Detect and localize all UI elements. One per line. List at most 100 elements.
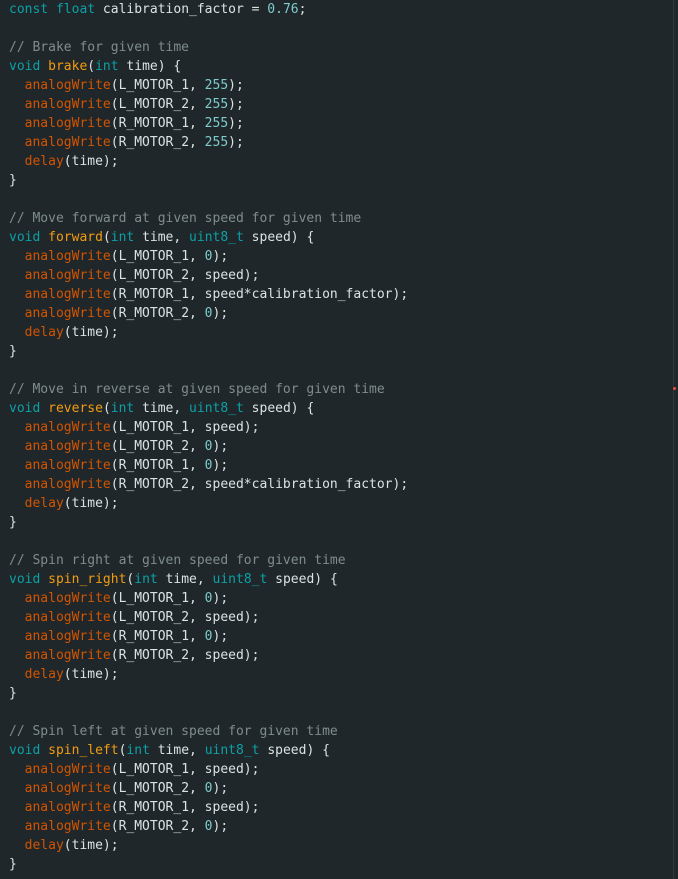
text-token: speed) {	[267, 743, 330, 758]
number-token: 0	[204, 819, 213, 834]
text-token: (L_MOTOR_2,	[110, 781, 205, 796]
code-line[interactable]	[9, 532, 408, 551]
code-line[interactable]	[9, 19, 408, 38]
code-line[interactable]: analogWrite(R_MOTOR_2, speed*calibration…	[9, 475, 409, 494]
code-line[interactable]: analogWrite(L_MOTOR_2, 0);	[9, 437, 408, 456]
keyword-token: void	[9, 572, 49, 587]
builtin-call-token: delay	[24, 325, 64, 340]
number-token: 0	[204, 249, 213, 264]
builtin-call-token: delay	[24, 154, 64, 169]
code-line[interactable]: delay(time);	[9, 323, 408, 342]
keyword-token: int	[110, 401, 143, 416]
text-token: );	[228, 135, 244, 150]
code-line[interactable]: analogWrite(L_MOTOR_2, 255);	[9, 95, 408, 114]
comment-token: // Spin left at given speed for given ti…	[9, 724, 338, 739]
number-token: 0	[204, 458, 213, 473]
code-line[interactable]: }	[9, 855, 408, 874]
code-line[interactable]: delay(time);	[9, 665, 408, 684]
code-line[interactable]: analogWrite(L_MOTOR_1, speed);	[9, 418, 408, 437]
code-line[interactable]: // Brake for given time	[9, 38, 408, 57]
code-line[interactable]: analogWrite(L_MOTOR_2, speed);	[9, 608, 408, 627]
builtin-call-token: analogWrite	[24, 591, 111, 606]
text-token: (R_MOTOR_2,	[110, 306, 205, 321]
code-line[interactable]: analogWrite(R_MOTOR_1, 0);	[9, 627, 408, 646]
code-line[interactable]: analogWrite(R_MOTOR_1, speed*calibration…	[9, 285, 409, 304]
code-line[interactable]: analogWrite(L_MOTOR_2, speed);	[9, 266, 408, 285]
text-token: (	[102, 401, 111, 416]
code-line[interactable]: void brake(int time) {	[9, 57, 408, 76]
number-token: 0.76	[267, 2, 299, 17]
text-token: (L_MOTOR_1,	[110, 78, 205, 93]
text-token: (R_MOTOR_2,	[110, 135, 205, 150]
code-line[interactable]: // Spin right at given speed for given t…	[9, 551, 408, 570]
code-line[interactable]: delay(time);	[9, 152, 408, 171]
code-line[interactable]: // Spin left at given speed for given ti…	[9, 722, 408, 741]
code-area[interactable]: const float calibration_factor = 0.76; /…	[9, 0, 408, 874]
code-line[interactable]: analogWrite(R_MOTOR_2, 255);	[9, 133, 408, 152]
code-line[interactable]: void forward(int time, uint8_t speed) {	[9, 228, 408, 247]
code-line[interactable]	[9, 703, 408, 722]
comment-token: // Move forward at given speed for given…	[9, 211, 362, 226]
code-line[interactable]: delay(time);	[9, 494, 408, 513]
code-line[interactable]: }	[9, 513, 408, 532]
text-token: }	[9, 344, 17, 359]
builtin-call-token: analogWrite	[24, 306, 111, 321]
text-token: (L_MOTOR_1, speed);	[110, 420, 260, 435]
code-line[interactable]	[9, 361, 408, 380]
builtin-call-token: delay	[24, 838, 64, 853]
function-name-token: spin_right	[48, 572, 127, 587]
text-token: (	[102, 230, 111, 245]
code-line[interactable]: analogWrite(R_MOTOR_2, 0);	[9, 304, 408, 323]
code-line[interactable]: delay(time);	[9, 836, 408, 855]
code-line[interactable]: void reverse(int time, uint8_t speed) {	[9, 399, 408, 418]
text-token: );	[212, 458, 229, 473]
keyword-token: uint8_t	[212, 572, 276, 587]
code-line[interactable]: analogWrite(L_MOTOR_1, 0);	[9, 247, 408, 266]
text-token: speed) {	[275, 572, 338, 587]
builtin-call-token: analogWrite	[24, 420, 111, 435]
code-line[interactable]: analogWrite(R_MOTOR_1, 0);	[9, 456, 408, 475]
code-line[interactable]: analogWrite(L_MOTOR_2, 0);	[9, 779, 408, 798]
text-token: }	[9, 857, 17, 872]
code-line[interactable]: analogWrite(L_MOTOR_1, 255);	[9, 76, 408, 95]
comment-token: // Brake for given time	[9, 40, 190, 55]
keyword-token: void	[9, 743, 49, 758]
code-line[interactable]: // Move forward at given speed for given…	[9, 209, 408, 228]
code-line[interactable]: analogWrite(L_MOTOR_1, 0);	[9, 589, 408, 608]
code-line[interactable]: analogWrite(R_MOTOR_1, 255);	[9, 114, 408, 133]
code-line[interactable]: }	[9, 171, 408, 190]
text-token: );	[212, 629, 229, 644]
code-editor[interactable]: const float calibration_factor = 0.76; /…	[0, 0, 678, 879]
code-line[interactable]: analogWrite(R_MOTOR_2, speed);	[9, 646, 408, 665]
code-line[interactable]: }	[9, 342, 408, 361]
text-token: time,	[142, 401, 190, 416]
number-token: 255	[204, 135, 229, 150]
code-line[interactable]: void spin_right(int time, uint8_t speed)…	[9, 570, 408, 589]
keyword-token: int	[126, 743, 158, 758]
code-line[interactable]: }	[9, 684, 408, 703]
code-line[interactable]: analogWrite(R_MOTOR_1, speed);	[9, 798, 408, 817]
builtin-call-token: analogWrite	[24, 78, 111, 93]
text-token: (time);	[63, 838, 119, 853]
code-line[interactable]: analogWrite(R_MOTOR_2, 0);	[9, 817, 408, 836]
code-line[interactable]: // Move in reverse at given speed for gi…	[9, 380, 408, 399]
code-line[interactable]: void spin_left(int time, uint8_t speed) …	[9, 741, 408, 760]
code-line[interactable]: analogWrite(L_MOTOR_1, speed);	[9, 760, 408, 779]
builtin-call-token: analogWrite	[24, 819, 111, 834]
text-token: }	[9, 515, 17, 530]
code-line[interactable]	[9, 190, 408, 209]
number-token: 0	[204, 591, 213, 606]
code-line[interactable]: const float calibration_factor = 0.76;	[9, 0, 408, 19]
builtin-call-token: analogWrite	[24, 781, 111, 796]
